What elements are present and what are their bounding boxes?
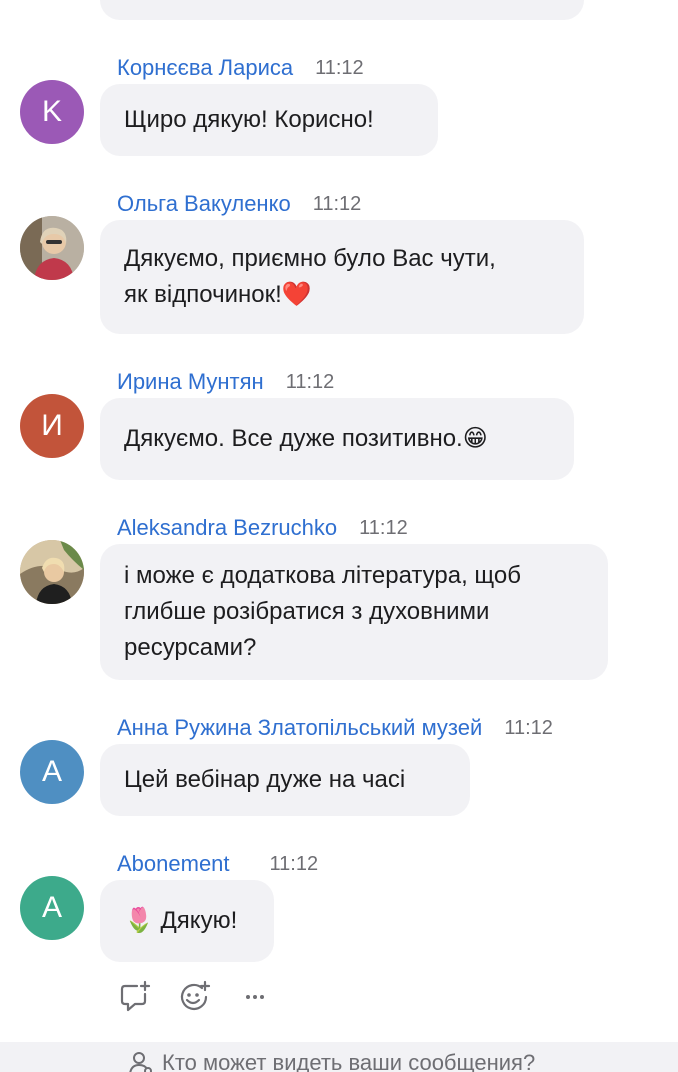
sender-name[interactable]: Abonement bbox=[117, 851, 230, 877]
add-reaction-button[interactable] bbox=[178, 980, 212, 1014]
reply-button[interactable] bbox=[118, 980, 152, 1014]
user-photo-icon bbox=[20, 540, 84, 604]
avatar[interactable]: И bbox=[20, 394, 84, 458]
privacy-footer[interactable]: Кто может видеть ваши сообщения? bbox=[0, 1042, 678, 1072]
message-header: Ольга Вакуленко 11:12 bbox=[117, 190, 361, 218]
message-time: 11:12 bbox=[504, 716, 553, 739]
message-text: 🌷 Дякую! bbox=[124, 907, 238, 934]
avatar[interactable]: A bbox=[20, 876, 84, 940]
avatar-photo[interactable] bbox=[20, 540, 84, 604]
message-time: 11:12 bbox=[269, 852, 319, 875]
privacy-text: Кто может видеть ваши сообщения? bbox=[162, 1050, 536, 1072]
message-header: Aleksandra Bezruchko 11:12 bbox=[117, 514, 408, 542]
user-photo-icon bbox=[20, 216, 84, 280]
person-icon bbox=[129, 1052, 152, 1072]
sender-name[interactable]: Анна Ружина Златопільський музей bbox=[117, 715, 482, 741]
message-header: Abonement 11:12 bbox=[117, 850, 318, 878]
message-text-line: ресурсами? bbox=[124, 634, 257, 661]
sender-name[interactable]: Ольга Вакуленко bbox=[117, 191, 291, 217]
message-actions bbox=[118, 980, 272, 1014]
avatar[interactable]: A bbox=[20, 740, 84, 804]
message-time: 11:12 bbox=[315, 56, 364, 79]
message-bubble: Дякуємо. Все дуже позитивно.😁 bbox=[100, 398, 574, 480]
message-text-line: як відпочинок!❤️ bbox=[124, 281, 312, 308]
message-bubble: Щиро дякую! Корисно! bbox=[100, 84, 438, 156]
message-bubble: і може є додаткова література, щоб глибш… bbox=[100, 544, 608, 680]
message-bubble: Цей вебінар дуже на часі bbox=[100, 744, 470, 816]
message-bubble: Дякуємо, приємно було Вас чути, як відпо… bbox=[100, 220, 584, 334]
message-bubble: 🌷 Дякую! bbox=[100, 880, 274, 962]
more-options-button[interactable] bbox=[238, 980, 272, 1014]
previous-message-bubble bbox=[100, 0, 584, 20]
message-time: 11:12 bbox=[285, 370, 335, 393]
message-time: 11:12 bbox=[359, 516, 408, 539]
message-header: Анна Ружина Златопільський музей 11:12 bbox=[117, 714, 553, 742]
more-icon bbox=[246, 995, 264, 999]
message-time: 11:12 bbox=[312, 192, 362, 215]
message-header: Ирина Мунтян 11:12 bbox=[117, 368, 334, 396]
avatar-photo[interactable] bbox=[20, 216, 84, 280]
message-header: Корнєєва Лариса 11:12 bbox=[117, 54, 364, 82]
add-reaction-icon bbox=[180, 980, 211, 1010]
message-text-line: глибше розібратися з духовними bbox=[124, 598, 490, 625]
message-text-line: Дякуємо, приємно було Вас чути, bbox=[124, 245, 496, 272]
sender-name[interactable]: Aleksandra Bezruchko bbox=[117, 515, 337, 541]
sender-name[interactable]: Корнєєва Лариса bbox=[117, 55, 293, 81]
message-text: Щиро дякую! Корисно! bbox=[124, 106, 374, 133]
privacy-link[interactable]: Кто может видеть ваши сообщения? bbox=[128, 1050, 535, 1072]
avatar[interactable]: K bbox=[20, 80, 84, 144]
reply-icon bbox=[120, 980, 151, 1012]
message-text-line: і може є додаткова література, щоб bbox=[124, 562, 521, 589]
sender-name[interactable]: Ирина Мунтян bbox=[117, 369, 264, 395]
message-text: Цей вебінар дуже на часі bbox=[124, 766, 406, 793]
message-text: Дякуємо. Все дуже позитивно.😁 bbox=[124, 425, 488, 452]
